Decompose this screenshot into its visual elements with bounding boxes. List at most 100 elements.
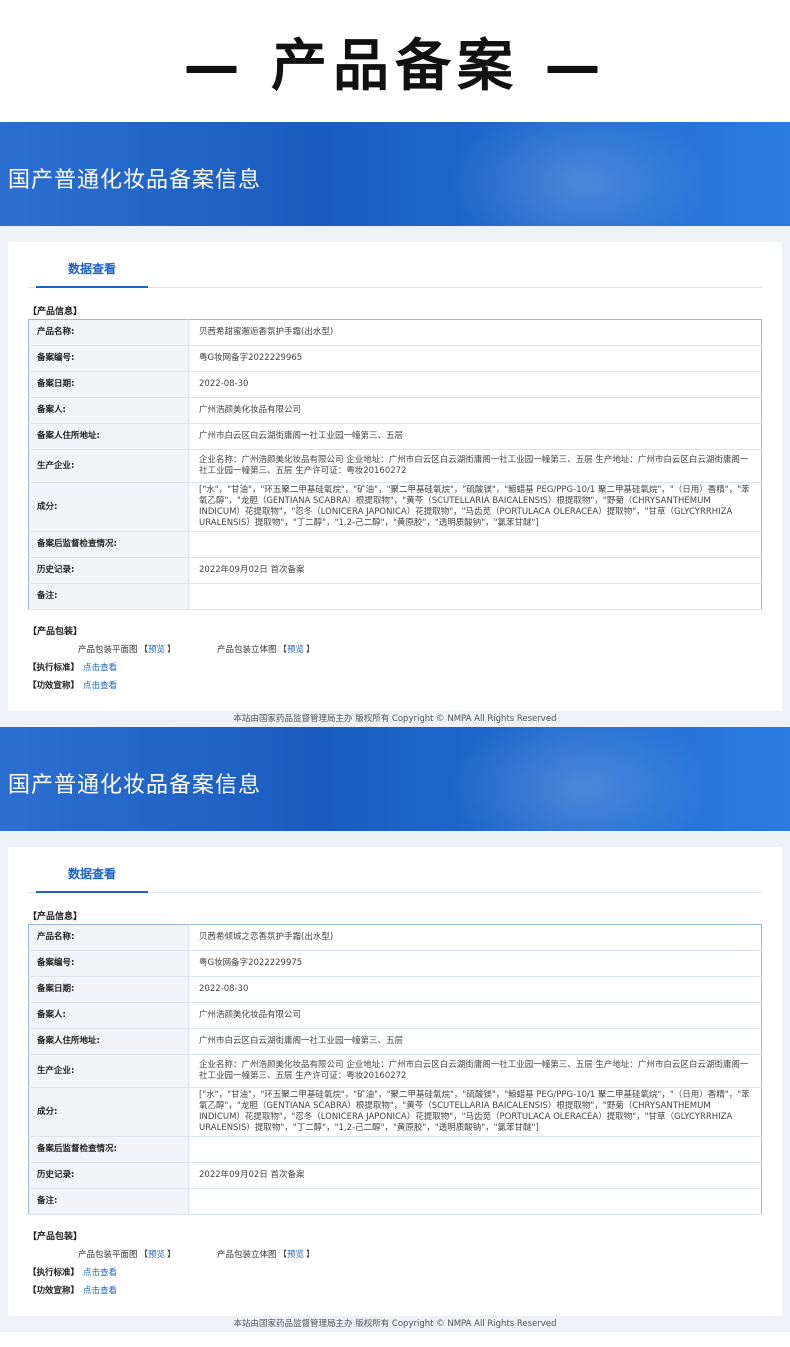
pkg-flat-preview-link[interactable]: 预览 [148,645,165,655]
product-info-label: 【产品信息】 [28,307,83,317]
banner-title: 国产普通化妆品备案信息 [8,168,262,193]
info-value: 广州浩颜美化妆品有限公司 [188,1002,762,1029]
info-row: 备案人: 广州浩颜美化妆品有限公司 [28,397,762,424]
record-block: 国产普通化妆品备案信息 数据查看 【产品信息】 产品名称: 贝茜希甜蜜邂逅香氛护… [0,122,790,727]
package-label: 【产品包装】 [28,627,83,637]
info-row: 历史记录: 2022年09月02日 首次备案 [28,1162,762,1189]
info-key: 备案日期: [28,976,189,1003]
efficacy-row: 【功效宣称】 点击查看 [28,679,762,691]
info-value: 2022-08-30 [188,976,762,1003]
standard-label: 【执行标准】 [28,663,80,673]
records-container: 国产普通化妆品备案信息 数据查看 【产品信息】 产品名称: 贝茜希甜蜜邂逅香氛护… [0,122,790,1332]
info-value: 2022年09月02日 首次备案 [188,557,762,584]
pkg-flat-label: 产品包装平面图 [78,645,138,655]
efficacy-view-link[interactable]: 点击查看 [83,681,117,691]
banner-title: 国产普通化妆品备案信息 [8,773,262,798]
page-title: — 产品备案 — [183,33,607,99]
info-row: 备案人住所地址: 广州市白云区白云湖街庸阁一社工业园一幢第三、五层 [28,1028,762,1055]
info-key: 备注: [28,1188,189,1215]
info-value: 贝茜希甜蜜邂逅香氛护手霜(出水型) [188,319,762,346]
info-key: 产品名称: [28,924,189,951]
banner: 国产普通化妆品备案信息 [0,727,790,831]
info-key: 生产企业: [28,449,189,483]
standard-row: 【执行标准】 点击查看 [28,661,762,673]
info-row: 备案日期: 2022-08-30 [28,371,762,398]
tab-data-view[interactable]: 数据查看 [36,859,148,893]
info-value: 2022年09月02日 首次备案 [188,1162,762,1189]
info-value: ["水"，"甘油"，"环五聚二甲基硅氧烷"，"矿油"，"聚二甲基硅氧烷"，"硫酸… [188,482,762,532]
info-value: 广州市白云区白云湖街庸阁一社工业园一幢第三、五层 [188,1028,762,1055]
info-key: 备案编号: [28,345,189,372]
efficacy-view-link[interactable]: 点击查看 [83,1286,117,1296]
info-value: 贝茜希倾城之恋香氛护手霜(出水型) [188,924,762,951]
info-key: 成分: [28,482,189,532]
info-key: 历史记录: [28,557,189,584]
product-info-table: 产品名称: 贝茜希倾城之恋香氛护手霜(出水型) 备案编号: 粤G妆网备字2022… [28,924,762,1215]
product-info-table: 产品名称: 贝茜希甜蜜邂逅香氛护手霜(出水型) 备案编号: 粤G妆网备字2022… [28,319,762,610]
footer-copyright: 本站由国家药品监督管理局主办 版权所有 Copyright © NMPA All… [8,1316,782,1332]
product-info-label: 【产品信息】 [28,912,83,922]
footer-copyright: 本站由国家药品监督管理局主办 版权所有 Copyright © NMPA All… [8,711,782,727]
standard-view-link[interactable]: 点击查看 [83,663,117,673]
efficacy-label: 【功效宣称】 [28,681,80,691]
info-row: 备案后监督检查情况: [28,1136,762,1163]
efficacy-label: 【功效宣称】 [28,1286,80,1296]
tab-bar: 数据查看 [28,859,762,893]
info-value: 企业名称：广州浩颜美化妆品有限公司 企业地址：广州市白云区白云湖街庸阁一社工业园… [188,1054,762,1088]
info-value: 粤G妆网备字2022229975 [188,950,762,977]
content-area: 数据查看 【产品信息】 产品名称: 贝茜希甜蜜邂逅香氛护手霜(出水型) 备案编号… [0,226,790,727]
info-value [188,1188,762,1215]
info-key: 产品名称: [28,319,189,346]
info-value: 广州市白云区白云湖街庸阁一社工业园一幢第三、五层 [188,423,762,450]
package-label: 【产品包装】 [28,1232,83,1242]
info-value [188,531,762,558]
info-row: 备注: [28,1188,762,1215]
info-row: 产品名称: 贝茜希甜蜜邂逅香氛护手霜(出水型) [28,319,762,346]
info-key: 备注: [28,583,189,610]
pkg-flat-label: 产品包装平面图 [78,1250,138,1260]
standard-label: 【执行标准】 [28,1268,80,1278]
tab-bar: 数据查看 [28,254,762,288]
pkg-3d-preview-link[interactable]: 预览 [287,1250,304,1260]
info-value: ["水"，"甘油"，"环五聚二甲基硅氧烷"，"矿油"，"聚二甲基硅氧烷"，"硫酸… [188,1087,762,1137]
pkg-flat-preview-link[interactable]: 预览 [148,1250,165,1260]
info-value: 企业名称：广州浩颜美化妆品有限公司 企业地址：广州市白云区白云湖街庸阁一社工业园… [188,449,762,483]
info-card: 数据查看 【产品信息】 产品名称: 贝茜希甜蜜邂逅香氛护手霜(出水型) 备案编号… [8,242,782,711]
info-key: 备案人: [28,1002,189,1029]
info-value: 2022-08-30 [188,371,762,398]
info-row: 备案人: 广州浩颜美化妆品有限公司 [28,1002,762,1029]
standard-view-link[interactable]: 点击查看 [83,1268,117,1278]
info-key: 成分: [28,1087,189,1137]
info-card: 数据查看 【产品信息】 产品名称: 贝茜希倾城之恋香氛护手霜(出水型) 备案编号… [8,847,782,1316]
pkg-3d-preview-link[interactable]: 预览 [287,645,304,655]
info-key: 备案后监督检查情况: [28,531,189,558]
info-key: 备案后监督检查情况: [28,1136,189,1163]
info-value: 广州浩颜美化妆品有限公司 [188,397,762,424]
content-area: 数据查看 【产品信息】 产品名称: 贝茜希倾城之恋香氛护手霜(出水型) 备案编号… [0,831,790,1332]
info-key: 历史记录: [28,1162,189,1189]
info-row: 生产企业: 企业名称：广州浩颜美化妆品有限公司 企业地址：广州市白云区白云湖街庸… [28,449,762,483]
record-block: 国产普通化妆品备案信息 数据查看 【产品信息】 产品名称: 贝茜希倾城之恋香氛护… [0,727,790,1332]
banner: 国产普通化妆品备案信息 [0,122,790,226]
pkg-3d-label: 产品包装立体图 [216,645,277,655]
page-header: — 产品备案 — [0,0,790,122]
info-key: 生产企业: [28,1054,189,1088]
info-value [188,583,762,610]
info-row: 备注: [28,583,762,610]
info-row: 备案编号: 粤G妆网备字2022229975 [28,950,762,977]
info-row: 历史记录: 2022年09月02日 首次备案 [28,557,762,584]
package-row: 产品包装平面图 【预览】 产品包装立体图 【预览】 [78,645,315,655]
info-row: 备案后监督检查情况: [28,531,762,558]
info-key: 备案编号: [28,950,189,977]
info-row: 备案日期: 2022-08-30 [28,976,762,1003]
info-key: 备案人住所地址: [28,1028,189,1055]
standard-row: 【执行标准】 点击查看 [28,1266,762,1278]
info-value: 粤G妆网备字2022229965 [188,345,762,372]
info-key: 备案日期: [28,371,189,398]
info-key: 备案人: [28,397,189,424]
package-row: 产品包装平面图 【预览】 产品包装立体图 【预览】 [78,1250,315,1260]
info-value [188,1136,762,1163]
info-row: 成分: ["水"，"甘油"，"环五聚二甲基硅氧烷"，"矿油"，"聚二甲基硅氧烷"… [28,1087,762,1137]
tab-data-view[interactable]: 数据查看 [36,254,148,288]
info-key: 备案人住所地址: [28,423,189,450]
